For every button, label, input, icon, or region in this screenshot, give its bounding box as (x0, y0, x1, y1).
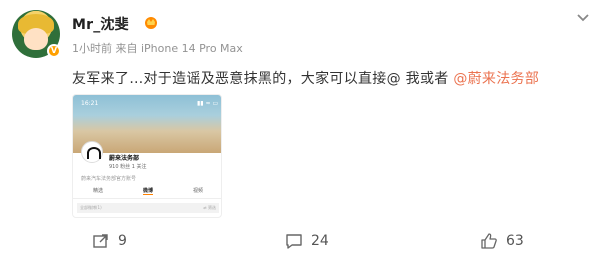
like-count: 63 (506, 233, 524, 249)
repost-count: 9 (118, 233, 127, 249)
repost-button[interactable]: 9 (92, 232, 127, 250)
like-icon (481, 233, 497, 249)
embedded-row-right: ⇄ 筛选 (203, 205, 216, 210)
embedded-description: 蔚来汽车法务部官方账号 (81, 176, 137, 182)
embedded-filter-row: 全部微博(1) ⇄ 筛选 (77, 203, 219, 213)
comment-button[interactable]: 24 (285, 232, 329, 250)
repost-icon (93, 234, 108, 248)
embedded-account-name: 蔚来法务部 (109, 155, 140, 162)
attached-image[interactable]: 16:21 ▮▮ ≈ ▭ 蔚来法务部 910 粉丝 1 关注 蔚来汽车法务部官方… (72, 94, 222, 218)
author-name[interactable]: Mr_沈斐 (72, 14, 129, 34)
chevron-down-icon[interactable] (575, 12, 591, 24)
post-body: 友军来了…对于造谣及恶意抹黑的，大家可以直接@ 我或者 (72, 71, 449, 87)
action-bar: 9 24 63 (0, 232, 600, 258)
embedded-tab: 视频 (192, 188, 203, 194)
embedded-row-left: 全部微博(1) (80, 205, 102, 210)
embedded-stats: 910 粉丝 1 关注 (109, 164, 147, 170)
embedded-tabs: 精选 微博 视频 (73, 187, 221, 199)
embedded-tab-active: 微博 (142, 188, 153, 195)
comment-count: 24 (311, 233, 329, 249)
comment-icon (286, 234, 302, 249)
post-meta: 1小时前 来自 iPhone 14 Pro Max (72, 42, 243, 55)
like-button[interactable]: 63 (480, 232, 524, 250)
post-text: 友军来了…对于造谣及恶意抹黑的，大家可以直接@ 我或者 @蔚来法务部 (72, 68, 539, 88)
status-indicators: ▮▮ ≈ ▭ (197, 100, 219, 107)
mention-link[interactable]: @蔚来法务部 (453, 71, 539, 87)
embedded-tab: 精选 (92, 188, 103, 194)
nio-logo (81, 141, 103, 163)
status-time: 16:21 (81, 100, 99, 107)
vip-crown-icon (145, 17, 157, 29)
avatar-face (24, 28, 48, 50)
verified-badge-icon: V (47, 44, 61, 58)
